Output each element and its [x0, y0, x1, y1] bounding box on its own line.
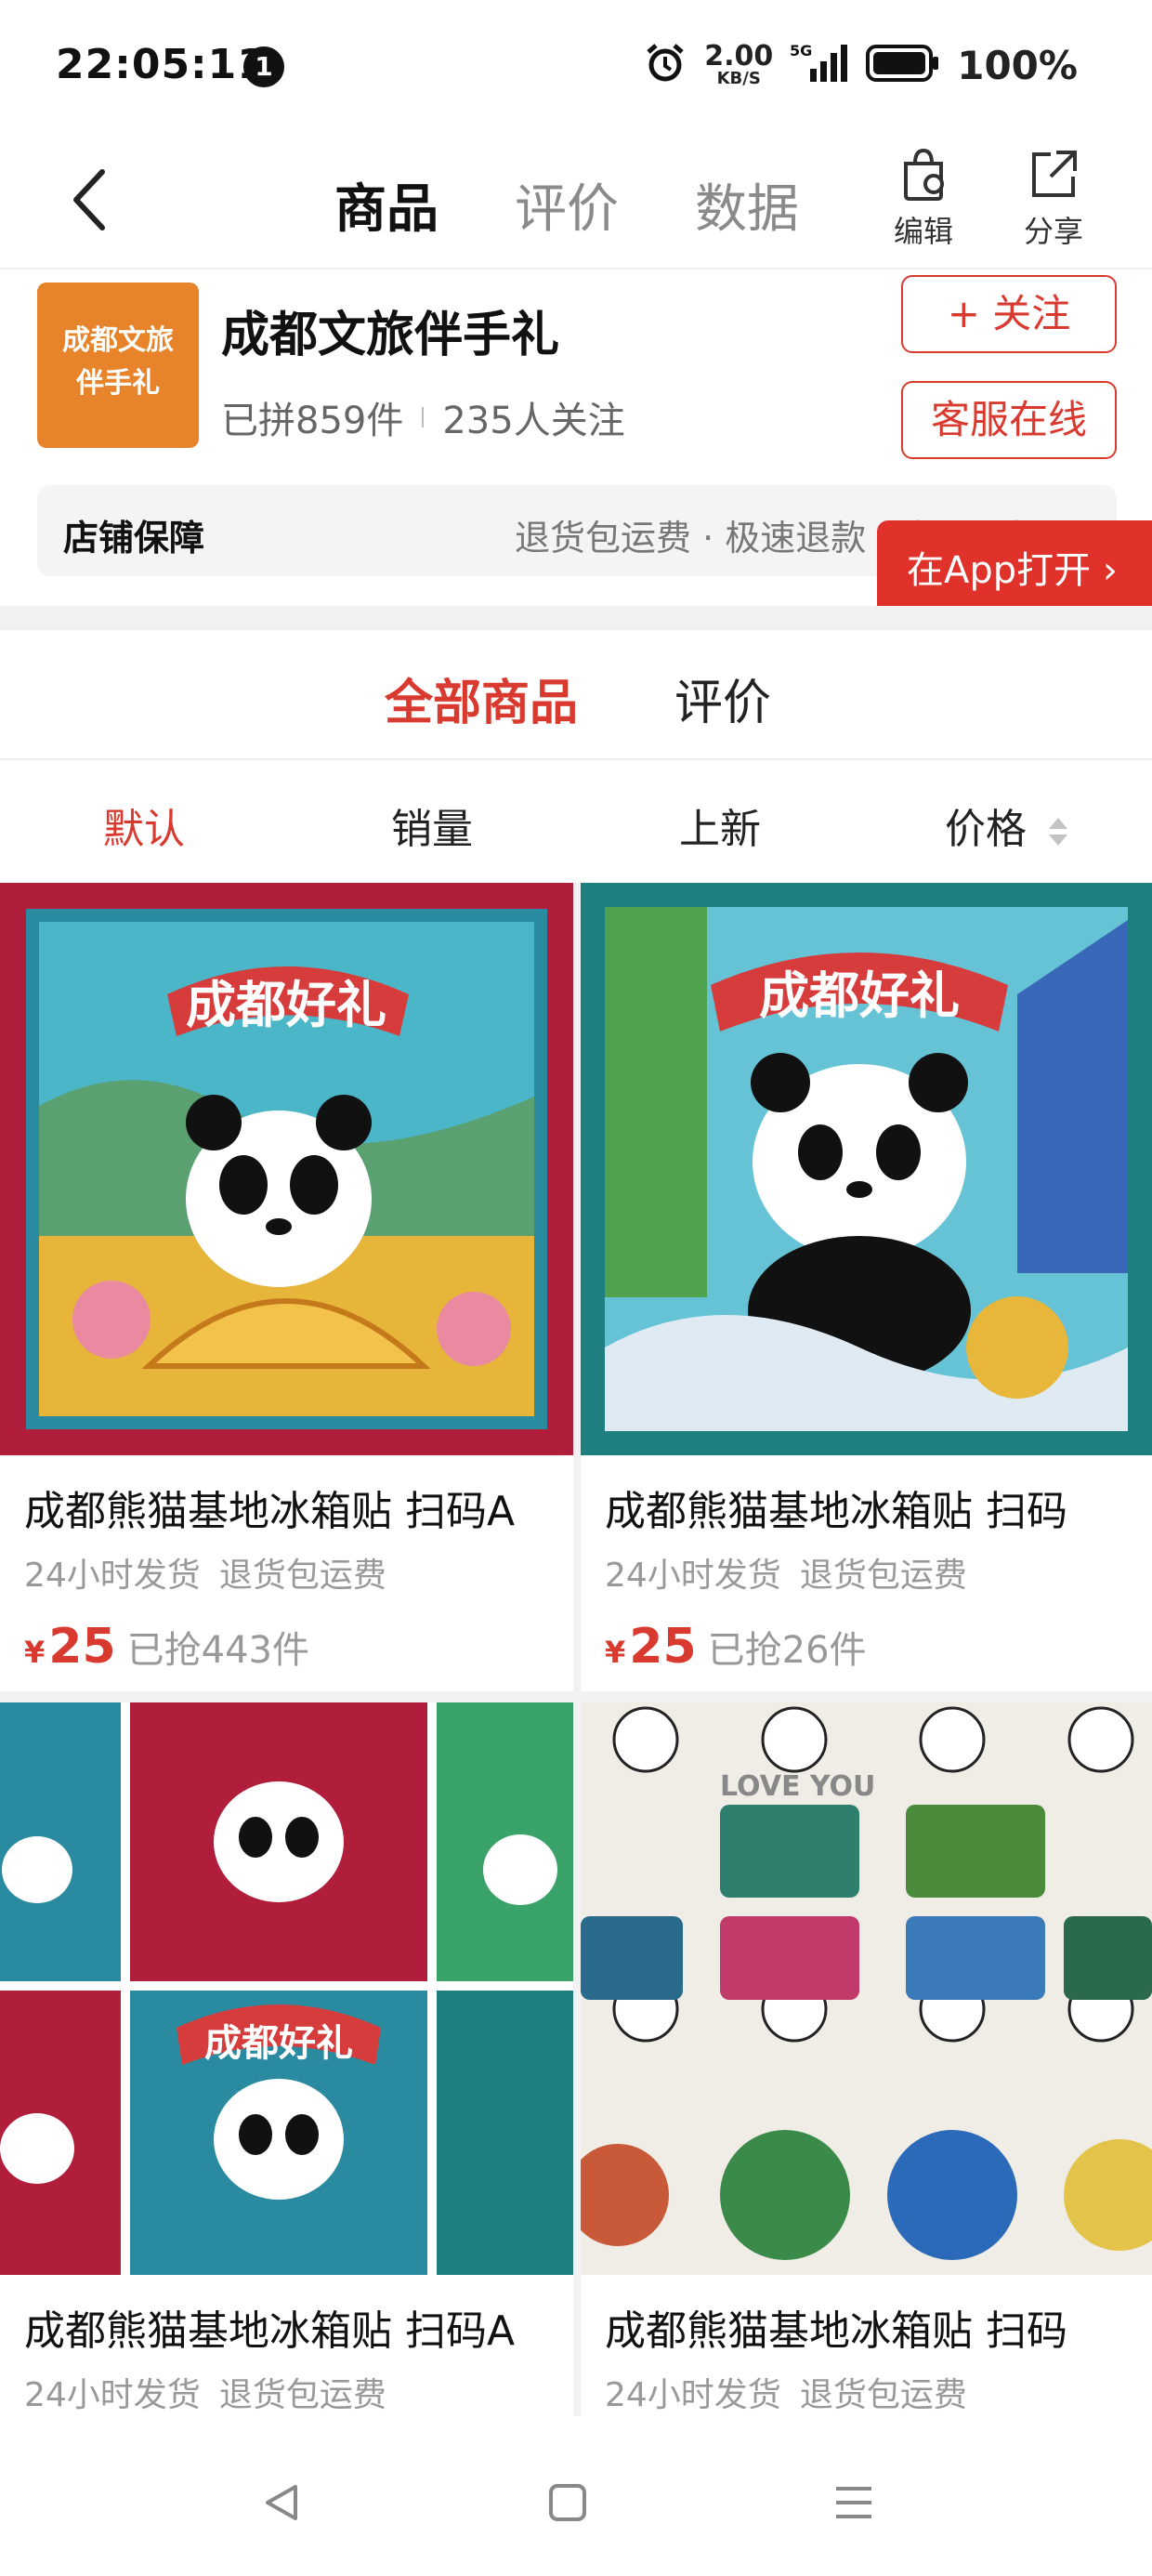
share-icon [1032, 151, 1077, 197]
notification-badge: 1 [243, 46, 284, 87]
net-speed: 2.00 KB/S [704, 40, 774, 88]
magnet-text: LOVE YOU [720, 1770, 875, 1803]
share-label: 分享 [1023, 214, 1083, 249]
status-time: 22:05:11 [56, 41, 267, 88]
edit-button[interactable]: 编辑 [877, 143, 970, 251]
sold-count: 已抢443件 [126, 1629, 309, 1672]
bag-edit-icon [904, 148, 944, 201]
poster-title-text: 成都好礼 [759, 966, 960, 1025]
tab-products[interactable]: 商品 [334, 167, 439, 243]
product-title[interactable]: 成都熊猫基地冰箱贴 扫码A [24, 2297, 515, 2357]
status-bar: 22:05:11 1 2.00 KB/S 5G 100% [0, 0, 1152, 139]
shop-sold-count: 已拼859件 [221, 400, 404, 442]
price-row: ¥ 25 已抢443件 [24, 1619, 309, 1675]
sort-new[interactable]: 上新 [576, 795, 864, 855]
product-image[interactable]: LOVE YOU [581, 1702, 1152, 2275]
back-triangle-icon[interactable] [258, 2479, 305, 2530]
tab-reviews[interactable]: 评价 [515, 167, 619, 243]
product-image[interactable]: 成都好礼 [581, 883, 1152, 1455]
product-card[interactable]: 成都好礼 成都熊猫基地冰箱贴 扫码A 24小时发货 退货包运费 [0, 1702, 573, 2416]
divider [422, 407, 425, 427]
product-price: 25 [48, 1619, 116, 1675]
product-tags: 24小时发货 退货包运费 [605, 2376, 967, 2414]
sort-bar: 默认 销量 上新 价格 [0, 760, 1152, 881]
edit-label: 编辑 [893, 214, 953, 249]
product-title[interactable]: 成都熊猫基地冰箱贴 扫码 [605, 2297, 1067, 2357]
back-button[interactable] [56, 158, 130, 242]
product-image[interactable]: 成都好礼 [0, 1702, 573, 2275]
product-title[interactable]: 成都熊猫基地冰箱贴 扫码A [24, 1478, 515, 1537]
menu-lines-icon[interactable] [831, 2479, 877, 2530]
tab-all-products[interactable]: 全部商品 [385, 664, 578, 733]
svg-text:5G: 5G [790, 42, 812, 59]
customer-service-button[interactable]: 客服在线 [901, 381, 1117, 459]
poster-title-text: 成都好礼 [204, 2021, 353, 2065]
sort-arrows-icon [1049, 818, 1067, 846]
share-button[interactable]: 分享 [1007, 143, 1100, 251]
nav-tabs: 商品 评价 数据 [334, 167, 799, 243]
shop-logo[interactable]: 成都文旅 伴手礼 [37, 283, 199, 448]
shop-name: 成都文旅伴手礼 [221, 308, 560, 363]
product-tags: 24小时发货 退货包运费 [605, 1557, 967, 1595]
product-price: 25 [629, 1619, 697, 1675]
tab-data[interactable]: 数据 [695, 167, 799, 243]
product-image[interactable]: 成都好礼 [0, 883, 573, 1455]
system-nav-bar [0, 2435, 1152, 2576]
home-square-icon[interactable] [544, 2479, 591, 2530]
battery-percent: 100% [957, 42, 1078, 88]
alarm-icon [643, 41, 687, 89]
sort-price[interactable]: 价格 [864, 795, 1152, 855]
divider [0, 606, 1152, 630]
shop-followers: 235人关注 [442, 400, 625, 442]
price-row: ¥ 25 已抢26件 [605, 1619, 867, 1675]
poster-title-text: 成都好礼 [186, 975, 386, 1034]
tab-reviews-section[interactable]: 评价 [674, 664, 771, 733]
product-tags: 24小时发货 退货包运费 [24, 2376, 386, 2414]
signal-icon: 5G [790, 41, 849, 89]
product-card[interactable]: 成都好礼 成都熊猫基地冰箱贴 扫码A 24小时发货 退货包运费 ¥ 25 已抢4… [0, 883, 573, 1691]
sold-count: 已抢26件 [707, 1629, 867, 1672]
nav-bar: 商品 评价 数据 编辑 分享 [0, 130, 1152, 269]
sort-sales[interactable]: 销量 [288, 795, 576, 855]
battery-icon [866, 43, 940, 87]
sort-default[interactable]: 默认 [0, 795, 288, 855]
shop-stats: 已拼859件 235人关注 [221, 390, 625, 444]
product-card[interactable]: LOVE YOU 成都熊猫基地冰箱贴 扫码 24小时发货 退货包运费 [581, 1702, 1152, 2416]
chevron-left-icon [73, 169, 105, 230]
product-card[interactable]: 成都好礼 成都熊猫基地冰箱贴 扫码 24小时发货 退货包运费 ¥ 25 已抢26… [581, 883, 1152, 1691]
content-tabs: 全部商品 评价 [0, 630, 1152, 760]
product-grid: 成都好礼 成都熊猫基地冰箱贴 扫码A 24小时发货 退货包运费 ¥ 25 已抢4… [0, 883, 1152, 2416]
product-title[interactable]: 成都熊猫基地冰箱贴 扫码 [605, 1478, 1067, 1537]
follow-button[interactable]: + 关注 [901, 275, 1117, 353]
guarantee-label: 店铺保障 [63, 518, 205, 559]
product-tags: 24小时发货 退货包运费 [24, 1557, 386, 1595]
status-icons: 2.00 KB/S 5G 100% [643, 37, 1078, 93]
